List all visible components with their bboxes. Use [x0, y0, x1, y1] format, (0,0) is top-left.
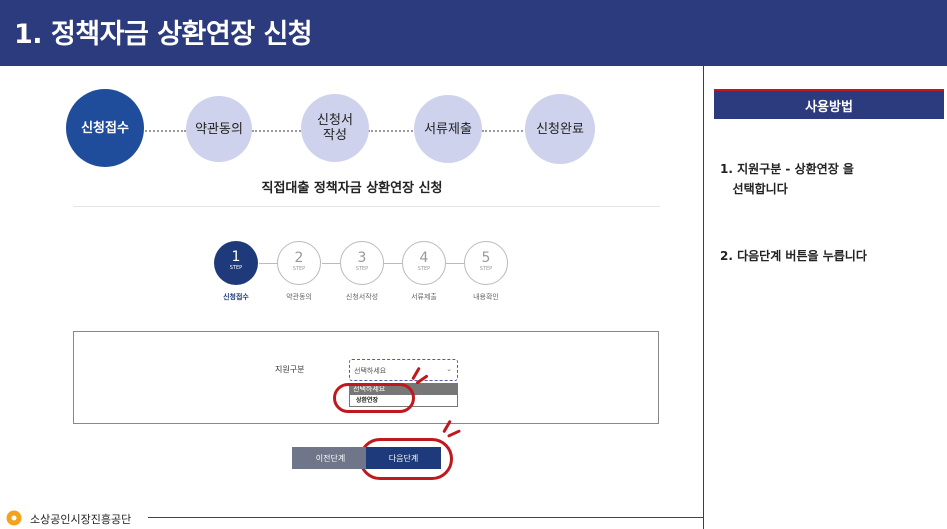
step-caption: STEP	[229, 265, 243, 271]
select-value: 선택하세요	[354, 367, 387, 375]
step-label-1: 신청접수	[223, 293, 249, 301]
prev-step-button[interactable]: 이전단계	[292, 447, 369, 469]
step-caption: STEP	[292, 266, 306, 272]
step-connector	[322, 263, 340, 264]
section-divider	[73, 206, 660, 207]
progress-step-2: 약관동의	[186, 96, 252, 162]
footer-line	[148, 517, 704, 518]
step-circle-1: 1 STEP	[214, 241, 258, 285]
step-connector	[259, 263, 278, 264]
step-number: 1	[231, 249, 241, 265]
step-circle-2: 2 STEP	[277, 241, 321, 285]
step-caption: STEP	[479, 266, 493, 272]
support-type-label: 지원구분	[275, 365, 305, 374]
step-connector	[384, 263, 402, 264]
step-label-3: 신청서작성	[345, 293, 379, 301]
progress-step-1: 신청접수	[66, 89, 144, 167]
step-label-5: 내용확인	[473, 293, 499, 301]
page-title: 1. 정책자금 상환연장 신청	[14, 19, 313, 50]
highlight-mark	[447, 429, 461, 438]
progress-step-4: 서류제출	[414, 95, 482, 163]
step-number: 2	[294, 250, 304, 266]
progress-step-5: 신청완료	[525, 94, 595, 164]
step-number: 5	[481, 250, 491, 266]
usage-title: 사용방법	[714, 89, 944, 119]
divider-line	[703, 66, 704, 529]
instruction-1: 1. 지원구분 - 상환연장 을 선택합니다	[720, 162, 854, 196]
agency-logo-icon	[6, 510, 22, 526]
instruction-2: 2. 다음단계 버튼을 누릅니다	[720, 249, 867, 263]
step-circle-3: 3 STEP	[340, 241, 384, 285]
step-circle-5: 5 STEP	[464, 241, 508, 285]
step-circle-4: 4 STEP	[402, 241, 446, 285]
header-bar: 1. 정책자금 상환연장 신청	[0, 0, 947, 66]
step-number: 4	[419, 250, 429, 266]
step-label-2: 약관동의	[286, 293, 312, 301]
step-connector	[446, 263, 464, 264]
step-caption: STEP	[355, 266, 369, 272]
step-label-4: 서류제출	[411, 293, 437, 301]
support-type-select[interactable]: 선택하세요 ⌄	[349, 359, 458, 381]
progress-step-3: 신청서 작성	[301, 94, 369, 162]
next-step-button[interactable]: 다음단계	[366, 447, 441, 469]
chevron-down-icon: ⌄	[446, 365, 452, 373]
step-caption: STEP	[417, 266, 431, 272]
footer-org-name: 소상공인시장진흥공단	[30, 513, 132, 526]
highlight-oval-option	[333, 383, 415, 413]
step-number: 3	[357, 250, 367, 266]
section-subtitle: 직접대출 정책자금 상환연장 신청	[261, 181, 443, 196]
